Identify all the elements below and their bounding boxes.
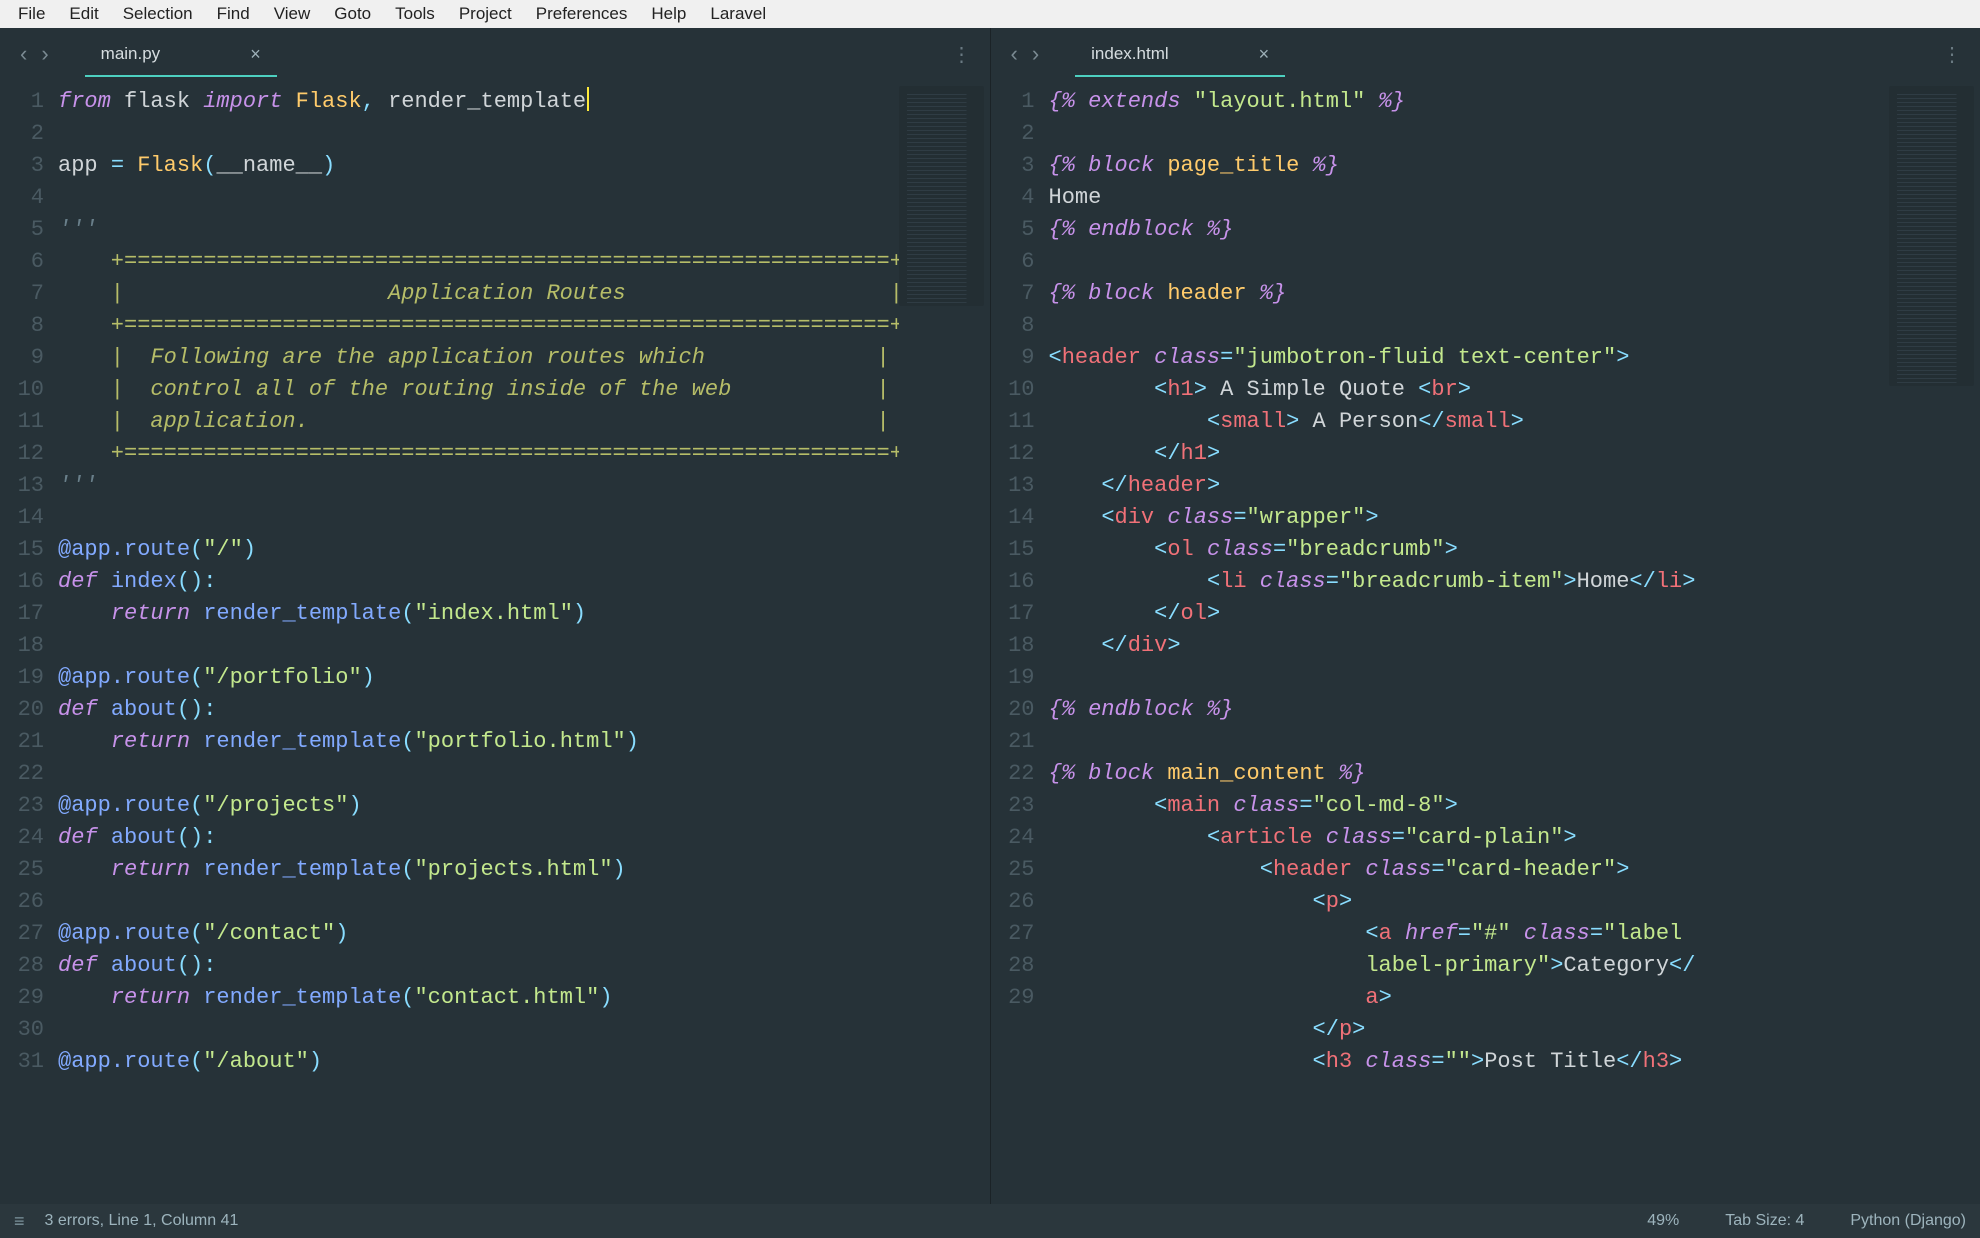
status-syntax[interactable]: Python (Django) [1850, 1212, 1966, 1230]
nav-back-icon[interactable]: ‹ [20, 41, 27, 67]
tab-bar-right: ‹ › index.html × ⋮ [991, 28, 1980, 80]
nav-arrows-right: ‹ › [999, 41, 1052, 67]
nav-forward-icon[interactable]: › [41, 41, 48, 67]
tab-label: index.html [1091, 44, 1168, 64]
gutter-left: 1234567891011121314151617181920212223242… [0, 80, 58, 1204]
editor-panes: ‹ › main.py × ⋮ 123456789101112131415161… [0, 28, 1980, 1204]
menu-goto[interactable]: Goto [322, 2, 383, 26]
nav-back-icon[interactable]: ‹ [1011, 41, 1018, 67]
status-zoom[interactable]: 49% [1647, 1212, 1679, 1230]
minimap-left[interactable] [899, 86, 984, 306]
menu-tools[interactable]: Tools [383, 2, 447, 26]
menu-view[interactable]: View [262, 2, 323, 26]
nav-forward-icon[interactable]: › [1032, 41, 1039, 67]
status-errors[interactable]: 3 errors, Line 1, Column 41 [45, 1212, 239, 1230]
status-tab-size[interactable]: Tab Size: 4 [1725, 1212, 1804, 1230]
menu-help[interactable]: Help [639, 2, 698, 26]
left-pane: ‹ › main.py × ⋮ 123456789101112131415161… [0, 28, 990, 1204]
code-left[interactable]: from flask import Flask, render_template… [58, 80, 899, 1204]
minimap-right[interactable] [1889, 86, 1974, 386]
menu-file[interactable]: File [6, 2, 57, 26]
nav-arrows-left: ‹ › [8, 41, 61, 67]
menu-laravel[interactable]: Laravel [698, 2, 778, 26]
right-pane: ‹ › index.html × ⋮ 123456789101112131415… [990, 28, 1980, 1204]
menu-edit[interactable]: Edit [57, 2, 110, 26]
status-bar: ≡ 3 errors, Line 1, Column 41 49% Tab Si… [0, 1204, 1980, 1238]
editor-right[interactable]: 1234567891011121314151617181920212223242… [991, 80, 1980, 1204]
editor-left[interactable]: 1234567891011121314151617181920212223242… [0, 80, 990, 1204]
menu-bar: FileEditSelectionFindViewGotoToolsProjec… [0, 0, 1980, 28]
menu-icon[interactable]: ≡ [14, 1211, 25, 1232]
overflow-menu-icon[interactable]: ⋮ [1932, 42, 1972, 67]
close-icon[interactable]: × [250, 44, 261, 65]
tab-label: main.py [101, 44, 161, 64]
menu-preferences[interactable]: Preferences [524, 2, 640, 26]
tab-main-py[interactable]: main.py × [85, 32, 277, 77]
close-icon[interactable]: × [1259, 44, 1270, 65]
overflow-menu-icon[interactable]: ⋮ [942, 42, 982, 67]
code-right[interactable]: {% extends "layout.html" %} {% block pag… [1049, 80, 1890, 1204]
tab-bar-left: ‹ › main.py × ⋮ [0, 28, 990, 80]
menu-project[interactable]: Project [447, 2, 524, 26]
tab-index-html[interactable]: index.html × [1075, 32, 1285, 77]
gutter-right: 1234567891011121314151617181920212223242… [991, 80, 1049, 1204]
menu-find[interactable]: Find [205, 2, 262, 26]
menu-selection[interactable]: Selection [111, 2, 205, 26]
